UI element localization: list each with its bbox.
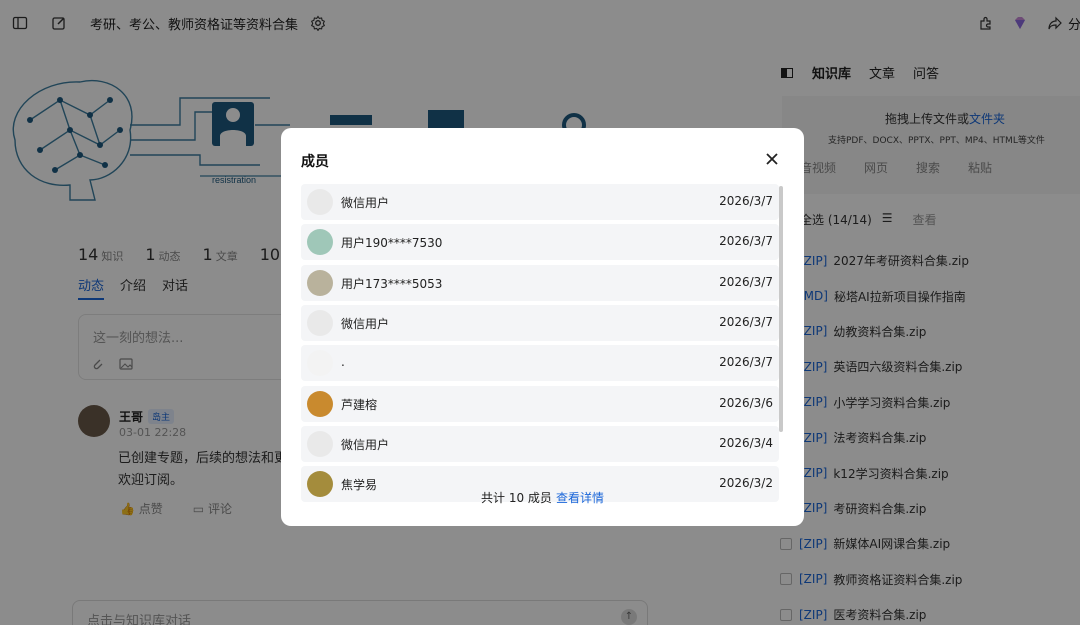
member-avatar <box>307 390 333 417</box>
member-join-date: 2026/3/7 <box>719 314 773 329</box>
member-avatar <box>307 269 333 296</box>
member-row[interactable]: 用户173****5053 2026/3/7 <box>301 264 779 301</box>
member-list-scrollbar[interactable] <box>779 186 783 432</box>
member-list: 微信用户 2026/3/7 用户190****7530 2026/3/7 用户173**… <box>301 184 783 504</box>
modal-footer: 共计 10 成员 查看详情 <box>281 489 804 506</box>
member-row[interactable]: 用户190****7530 2026/3/7 <box>301 224 779 261</box>
member-join-date: 2026/3/7 <box>719 355 773 370</box>
member-name: 芦建榕 <box>341 397 378 412</box>
member-row[interactable]: 微信用户 2026/3/4 <box>301 425 779 462</box>
member-join-date: 2026/3/7 <box>719 274 773 289</box>
member-count: 共计 10 成员 <box>481 491 552 505</box>
member-join-date: 2026/3/2 <box>719 476 773 491</box>
member-join-date: 2026/3/4 <box>719 435 773 450</box>
member-row[interactable]: 芦建榕 2026/3/6 <box>301 385 779 422</box>
member-name: 微信用户 <box>341 437 390 452</box>
member-avatar <box>307 430 333 457</box>
modal-title: 成员 <box>301 154 329 170</box>
close-icon[interactable] <box>763 150 781 168</box>
member-avatar <box>307 309 333 336</box>
member-name: . <box>341 355 345 370</box>
member-join-date: 2026/3/7 <box>719 234 773 249</box>
member-avatar <box>307 350 333 377</box>
member-row[interactable]: 微信用户 2026/3/7 <box>301 184 779 220</box>
member-join-date: 2026/3/7 <box>719 194 773 208</box>
member-join-date: 2026/3/6 <box>719 395 773 410</box>
member-row[interactable]: 微信用户 2026/3/7 <box>301 304 779 341</box>
member-name: 微信用户 <box>341 196 390 210</box>
member-avatar <box>307 229 333 256</box>
view-details-link[interactable]: 查看详情 <box>556 491 604 505</box>
member-name: 微信用户 <box>341 316 390 331</box>
member-name: 用户190****7530 <box>341 236 443 251</box>
member-avatar <box>307 189 333 215</box>
member-row[interactable]: . 2026/3/7 <box>301 345 779 382</box>
members-modal: 成员 微信用户 2026/3/7 用户190****7530 2026/3/7 用户17… <box>281 128 804 526</box>
member-name: 用户173****5053 <box>341 276 443 291</box>
